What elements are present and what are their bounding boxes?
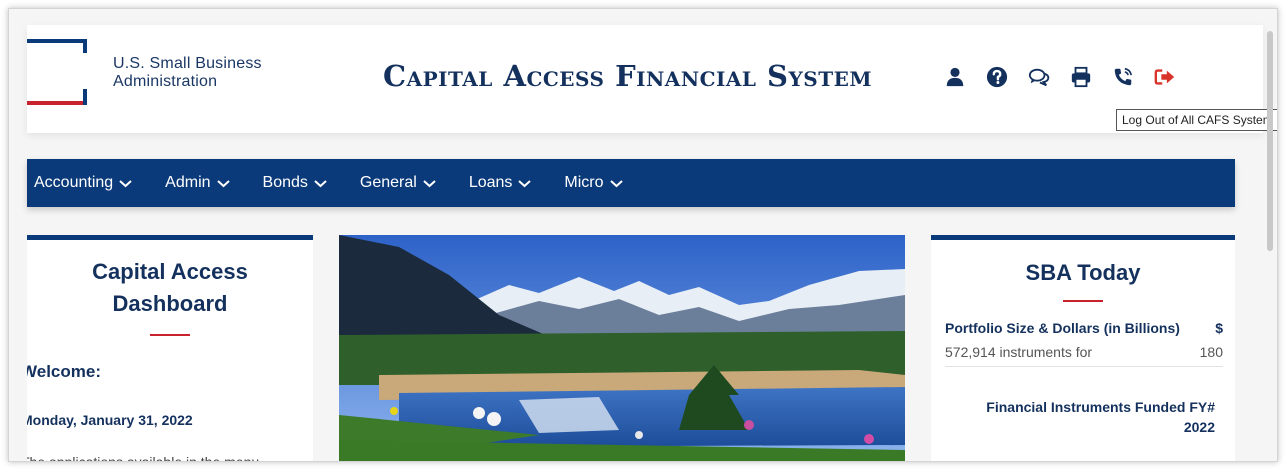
header-toolbar <box>943 65 1177 89</box>
nav-label: Loans <box>468 174 513 191</box>
welcome-heading: Welcome: <box>27 362 101 381</box>
chevron-down-icon <box>423 179 436 187</box>
nav-bonds[interactable]: Bonds <box>263 174 327 192</box>
chevron-down-icon <box>314 179 327 187</box>
portfolio-header: Portfolio Size & Dollars (in Billions) $ <box>945 320 1223 336</box>
chevron-down-icon <box>119 179 132 187</box>
org-name-line2: Administration <box>113 73 218 90</box>
nav-label: Micro <box>564 174 604 191</box>
nav-label: Admin <box>165 174 211 191</box>
nav-admin[interactable]: Admin <box>165 174 230 192</box>
current-date: Monday, January 31, 2022 <box>27 412 193 428</box>
browser-frame: U.S. Small Business Administration Capit… <box>8 8 1278 462</box>
sba-today-title: SBA Today <box>1025 260 1141 285</box>
nav-label: General <box>359 174 417 191</box>
app-title: Capital Access Financial System <box>383 59 872 93</box>
user-icon[interactable] <box>943 65 967 89</box>
logout-icon[interactable] <box>1153 65 1177 89</box>
help-icon[interactable] <box>985 65 1009 89</box>
nav-accounting[interactable]: Accounting <box>34 174 132 192</box>
nav-label: Accounting <box>34 174 114 191</box>
dashboard-title: Capital Access Dashboard <box>27 256 313 320</box>
portfolio-label: Portfolio Size & Dollars (in Billions) <box>945 320 1180 336</box>
org-name-line1: U.S. Small Business <box>113 55 262 72</box>
dashboard-title-line2: Dashboard <box>112 291 228 316</box>
nav-loans[interactable]: Loans <box>469 174 532 192</box>
nav-micro[interactable]: Micro <box>564 174 623 192</box>
hero-landscape-image <box>339 235 905 461</box>
chevron-down-icon <box>609 179 623 187</box>
instruments-value: 180 <box>1199 344 1223 360</box>
site-header: U.S. Small Business Administration Capit… <box>27 25 1263 133</box>
print-icon[interactable] <box>1069 65 1093 89</box>
funded-label: Financial Instruments Funded FY# 2022 <box>971 397 1215 437</box>
dashboard-panel: Capital Access Dashboard Welcome: Monday… <box>27 235 313 462</box>
chat-icon[interactable] <box>1027 65 1051 89</box>
org-name: U.S. Small Business Administration <box>113 55 262 91</box>
sba-logo-mark[interactable] <box>27 39 87 109</box>
dashboard-title-line1: Capital Access <box>92 259 248 284</box>
chevron-down-icon <box>216 179 230 187</box>
phone-icon[interactable] <box>1111 65 1135 89</box>
main-nav: Accounting Admin Bonds General Loans Mic… <box>27 159 1235 207</box>
chevron-down-icon <box>518 179 532 187</box>
funded-label-line2: 2022 <box>1183 419 1215 435</box>
title-divider <box>1063 300 1103 302</box>
nav-label: Bonds <box>262 174 308 191</box>
page-scrollbar[interactable] <box>1267 31 1273 251</box>
instruments-text: 572,914 instruments for <box>945 344 1093 360</box>
nav-general[interactable]: General <box>360 174 436 192</box>
intro-text: The applications available in the menu <box>27 454 260 462</box>
portfolio-row: 572,914 instruments for 180 <box>945 344 1223 367</box>
title-divider <box>150 334 190 336</box>
funded-label-line1: Financial Instruments Funded FY# <box>986 399 1215 415</box>
portfolio-currency: $ <box>1215 320 1223 336</box>
sba-today-panel: SBA Today Portfolio Size & Dollars (in B… <box>931 235 1235 461</box>
logout-tooltip: Log Out of All CAFS System <box>1116 109 1277 131</box>
